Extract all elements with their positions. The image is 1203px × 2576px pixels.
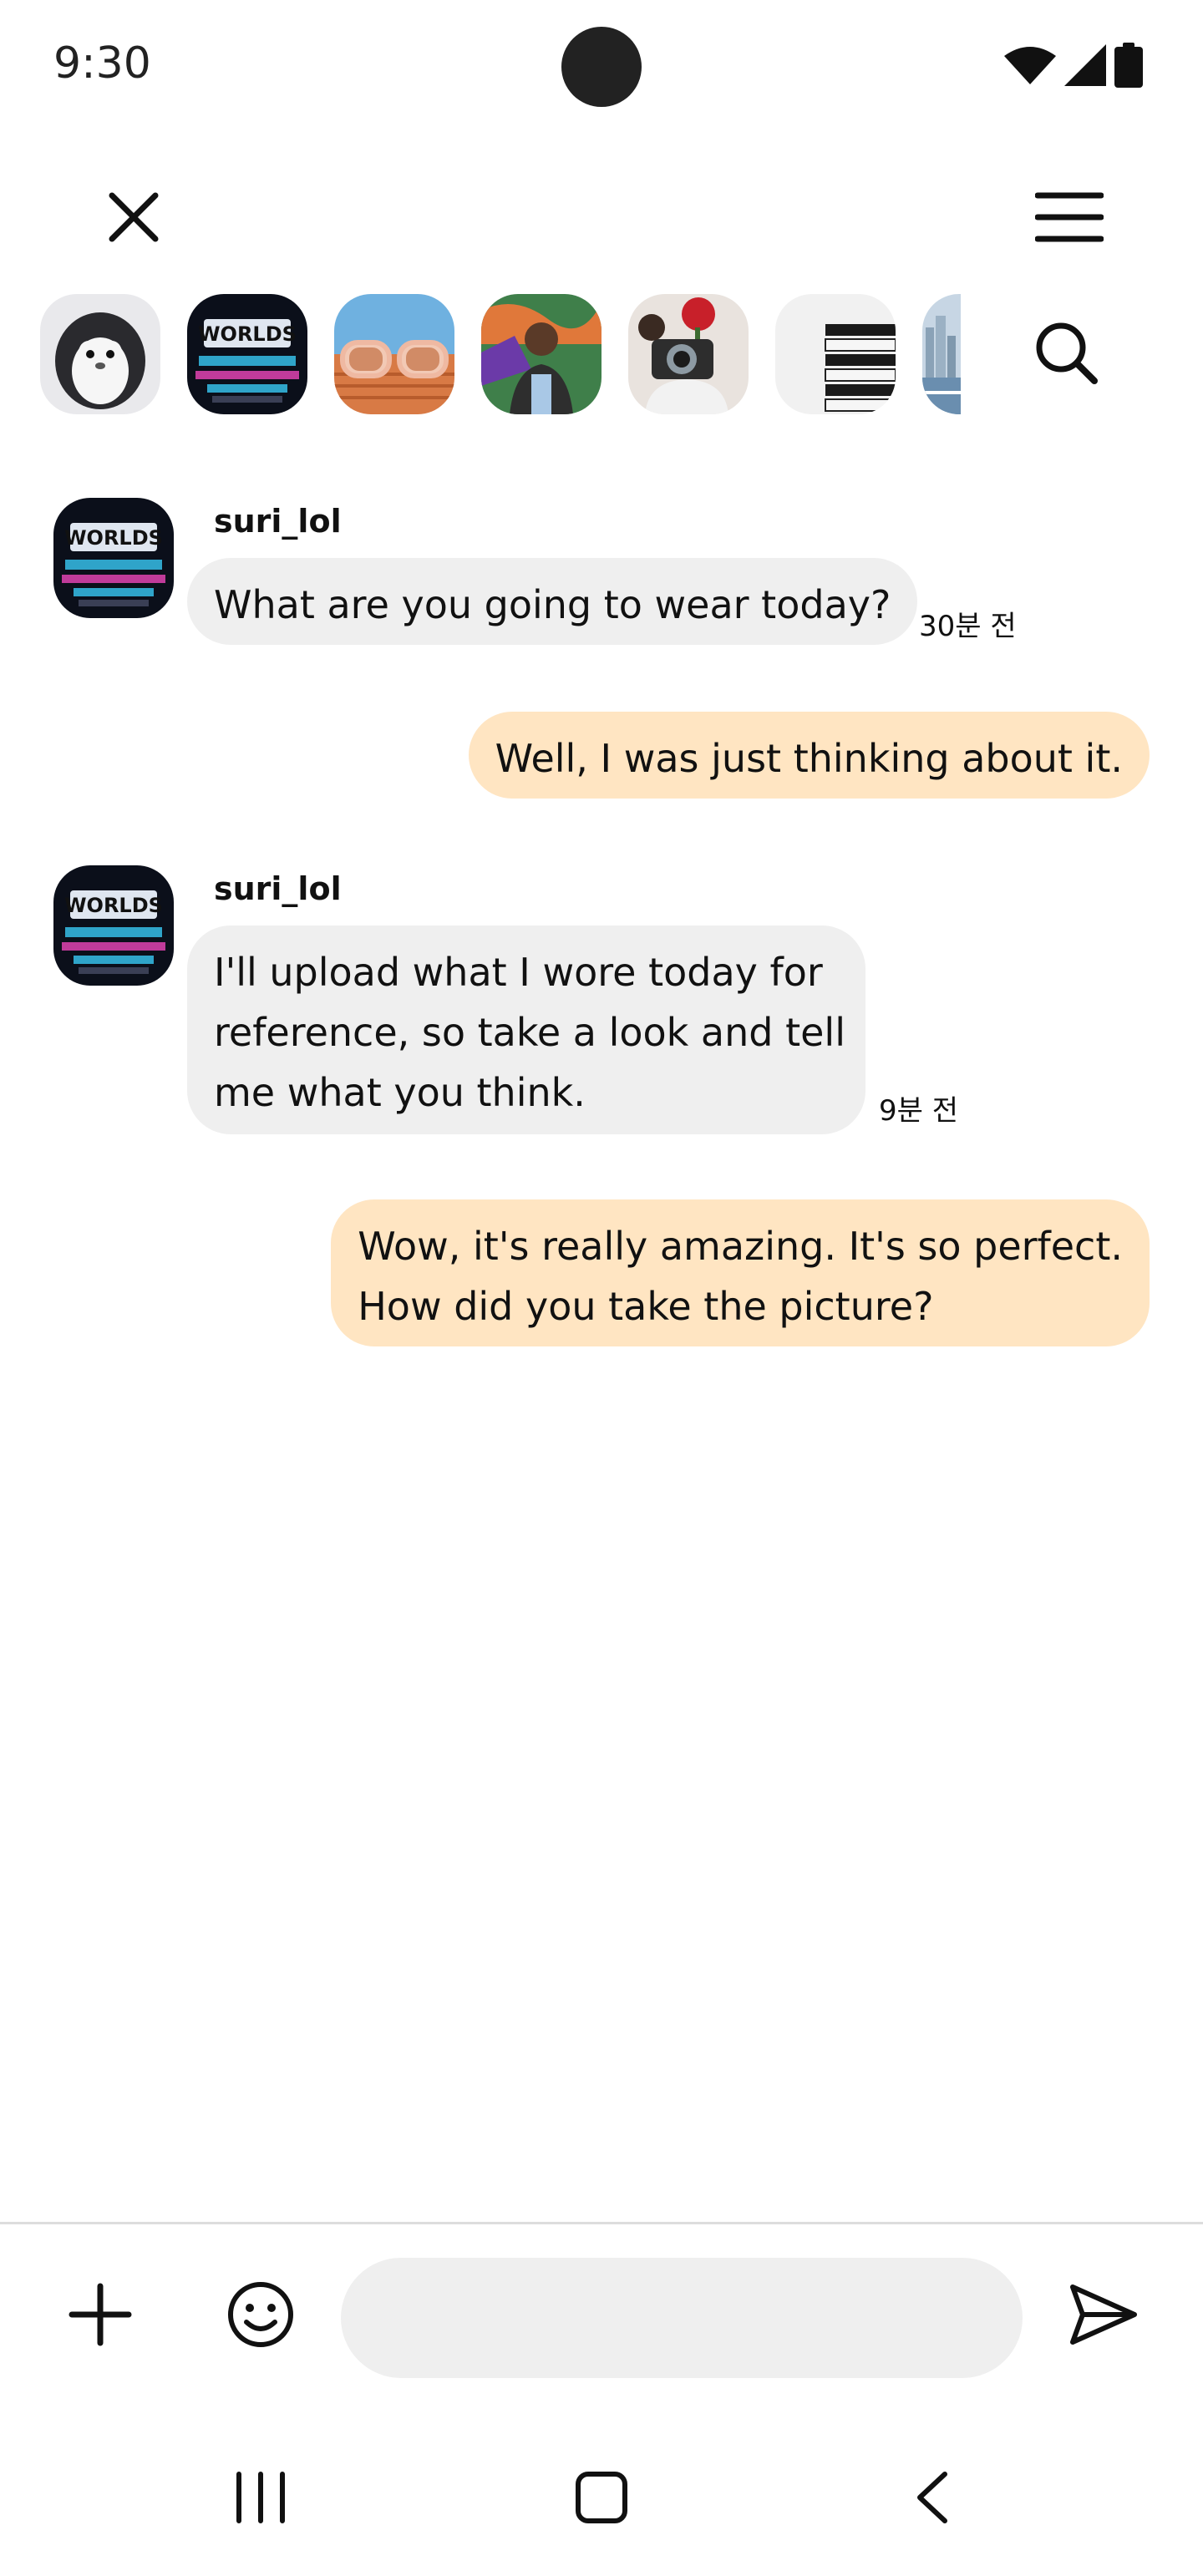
sender-username[interactable]: suri_lol — [214, 503, 342, 540]
svg-text:WORLDS: WORLDS — [198, 322, 297, 346]
menu-button[interactable] — [1028, 175, 1111, 259]
message-input[interactable] — [341, 2258, 1023, 2378]
story-camera-flower[interactable] — [628, 294, 749, 414]
penguin-plush-photo — [40, 294, 160, 414]
battery-icon — [1114, 43, 1143, 88]
message-incoming: WORLDS suri_lol What are you going to we… — [0, 468, 1203, 660]
back-icon — [917, 2472, 947, 2523]
story-man-graffiti[interactable] — [481, 294, 602, 414]
smiley-icon — [228, 2282, 293, 2347]
story-city-harbor[interactable] — [922, 294, 961, 414]
search-icon — [1036, 322, 1098, 384]
front-camera — [561, 27, 642, 107]
worlds-event-photo: WORLDS — [187, 294, 307, 414]
plus-icon — [69, 2283, 132, 2346]
home-icon — [576, 2472, 627, 2523]
message-incoming: WORLDS suri_lol I'll upload what I wore … — [0, 835, 1203, 1153]
send-button[interactable] — [1061, 2273, 1145, 2356]
city-harbor-photo — [922, 294, 961, 414]
system-navigation-bar — [0, 2422, 1203, 2576]
story-sunglasses[interactable] — [334, 294, 454, 414]
story-penguin[interactable] — [40, 294, 160, 414]
status-icons — [1004, 42, 1143, 89]
message-line: How did you take the picture? — [358, 1284, 934, 1329]
avatar[interactable]: WORLDS — [53, 865, 174, 986]
message-time: 30분 전 — [919, 610, 1017, 643]
message-line: Wow, it's really amazing. It's so perfec… — [358, 1224, 1123, 1269]
vogue-books-photo — [775, 294, 896, 414]
close-icon — [109, 192, 159, 242]
home-button[interactable] — [560, 2456, 643, 2539]
worlds-avatar-photo: WORLDS — [53, 865, 174, 986]
status-time: 9:30 — [53, 38, 151, 89]
add-attachment-button[interactable] — [58, 2273, 142, 2356]
message-composer — [0, 2222, 1203, 2406]
message-bubble[interactable]: I'll upload what I wore today for refere… — [187, 925, 865, 1134]
recent-apps-button[interactable] — [219, 2456, 302, 2539]
back-button[interactable] — [891, 2456, 974, 2539]
camera-flower-photo — [628, 294, 749, 414]
emoji-button[interactable] — [219, 2273, 302, 2356]
message-bubble[interactable]: Well, I was just thinking about it. — [468, 712, 1150, 799]
status-bar: 9:30 — [0, 0, 1203, 134]
message-time: 9분 전 — [879, 1094, 958, 1128]
sender-username[interactable]: suri_lol — [214, 870, 342, 907]
svg-text:WORLDS: WORLDS — [64, 526, 163, 550]
sunglasses-photo — [334, 294, 454, 414]
man-graffiti-photo — [481, 294, 602, 414]
story-vogue-books[interactable] — [775, 294, 896, 414]
hamburger-menu-icon — [1035, 192, 1104, 242]
search-button[interactable] — [1024, 311, 1108, 394]
send-icon — [1070, 2284, 1137, 2345]
message-bubble[interactable]: What are you going to wear today? — [187, 558, 918, 645]
close-button[interactable] — [92, 175, 175, 259]
message-bubble[interactable]: Wow, it's really amazing. It's so perfec… — [331, 1199, 1150, 1346]
recent-apps-icon — [236, 2472, 285, 2523]
signal-icon — [1064, 44, 1106, 86]
story-worlds[interactable]: WORLDS — [187, 294, 307, 414]
message-line: me what you think. — [214, 1070, 586, 1115]
message-line: I'll upload what I wore today for — [214, 950, 823, 995]
stories-row: WORLDS — [40, 294, 961, 418]
wifi-icon — [1004, 47, 1056, 84]
svg-text:WORLDS: WORLDS — [64, 894, 163, 917]
avatar[interactable]: WORLDS — [53, 498, 174, 618]
worlds-avatar-photo: WORLDS — [53, 498, 174, 618]
message-line: reference, so take a look and tell — [214, 1010, 845, 1055]
